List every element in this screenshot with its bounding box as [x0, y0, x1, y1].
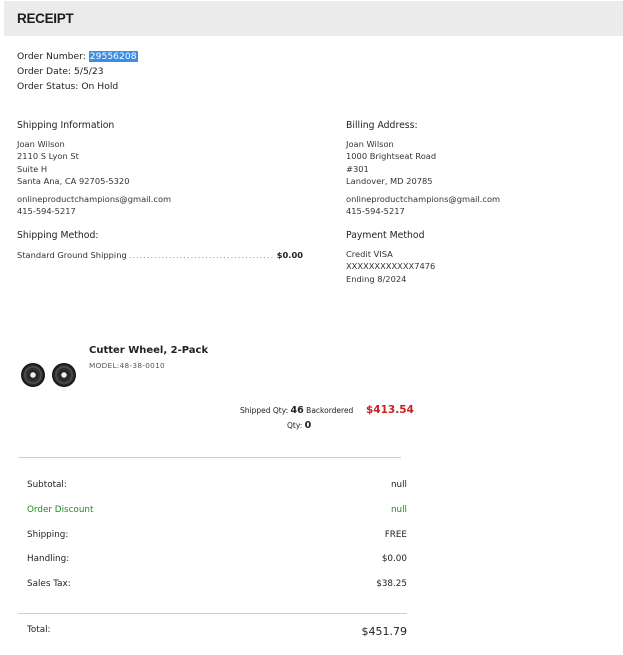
shipping-cost-label: Shipping: [27, 530, 69, 540]
cutter-wheel-icon [52, 363, 76, 387]
payment-card-number: XXXXXXXXXXXX7476 [346, 261, 436, 272]
payment-card-type: Credit VISA [346, 249, 393, 259]
page-title: RECEIPT [17, 11, 74, 26]
shipping-method-title: Shipping Method: [17, 230, 99, 241]
order-number-value[interactable]: 29556208 [88, 51, 138, 62]
shipped-qty-row: Shipped Qty: 46 Backordered [240, 405, 353, 416]
shipping-suite: Suite H [17, 163, 48, 174]
sales-tax-value: $38.25 [376, 579, 407, 589]
backordered-qty-value: 0 [304, 420, 312, 431]
shipping-method-row: Standard Ground Shipping ...............… [17, 250, 303, 260]
backordered-label: Backordered [306, 406, 354, 415]
shipping-name: Joan Wilson [17, 139, 65, 149]
payment-method-title: Payment Method [346, 230, 425, 241]
shipping-method-name: Standard Ground Shipping [17, 250, 127, 260]
handling-value: $0.00 [381, 554, 407, 564]
shipping-info-title: Shipping Information [17, 120, 115, 131]
handling-row: Handling: $0.00 [27, 554, 407, 564]
divider [18, 613, 407, 614]
product-price: $413.54 [366, 404, 414, 416]
product-model: MODEL:48-38-0010 [89, 361, 165, 370]
order-discount-label: Order Discount [27, 505, 94, 515]
shipping-cost-value: FREE [384, 530, 407, 540]
billing-phone: 415-594-5217 [346, 206, 405, 217]
shipped-qty-value: 46 [290, 405, 304, 416]
backordered-qty-label: Qty: [287, 421, 303, 430]
total-value: $451.79 [361, 625, 408, 638]
billing-unit: #301 [346, 163, 369, 174]
shipping-city: Santa Ana, CA 92705-5320 [17, 175, 130, 186]
billing-name: Joan Wilson [346, 139, 394, 149]
billing-street: 1000 Brightseat Road [346, 151, 437, 162]
order-date-value: 5/5/23 [74, 66, 104, 77]
billing-address-title: Billing Address: [346, 120, 418, 131]
payment-method-details: Credit VISA XXXXXXXXXXXX7476 Ending 8/20… [346, 248, 435, 285]
shipping-phone: 415-594-5217 [17, 206, 76, 217]
product-title[interactable]: Cutter Wheel, 2-Pack [89, 345, 208, 356]
billing-email: onlineproductchampions@gmail.com [346, 194, 501, 204]
total-row: Total: $451.79 [27, 625, 408, 638]
shipping-street: 2110 S Lyon St [17, 151, 79, 162]
sales-tax-row: Sales Tax: $38.25 [27, 579, 407, 589]
total-label: Total: [27, 625, 51, 635]
billing-city: Landover, MD 20785 [346, 175, 433, 186]
order-status-value: On Hold [81, 81, 119, 92]
order-discount-value: null [390, 505, 407, 515]
shipped-qty-label: Shipped Qty: [240, 406, 289, 415]
subtotal-label: Subtotal: [27, 480, 67, 490]
shipping-contact: onlineproductchampions@gmail.com 415-594… [17, 193, 171, 218]
shipping-address: Joan Wilson 2110 S Lyon St Suite H Santa… [17, 138, 130, 187]
billing-address: Joan Wilson 1000 Brightseat Road #301 La… [346, 138, 436, 187]
shipping-email: onlineproductchampions@gmail.com [17, 194, 172, 204]
dot-leader: ........................................… [128, 250, 275, 260]
product-image[interactable] [20, 361, 76, 389]
payment-card-expiry: Ending 8/2024 [346, 273, 407, 284]
backordered-qty-row: Qty: 0 [287, 420, 311, 431]
order-status-row: Order Status: On Hold [17, 81, 118, 92]
receipt-header: RECEIPT [4, 1, 623, 36]
shipping-cost-row: Shipping: FREE [27, 530, 407, 540]
billing-contact: onlineproductchampions@gmail.com 415-594… [346, 193, 500, 218]
order-number-label: Order Number: [17, 51, 86, 62]
order-date-row: Order Date: 5/5/23 [17, 66, 104, 77]
order-status-label: Order Status: [17, 81, 79, 92]
divider [18, 457, 401, 458]
subtotal-value: null [390, 480, 407, 490]
order-number-row: Order Number: 29556208 [17, 51, 138, 62]
subtotal-row: Subtotal: null [27, 480, 407, 490]
handling-label: Handling: [27, 554, 70, 564]
shipping-method-price: $0.00 [276, 250, 303, 260]
order-date-label: Order Date: [17, 66, 72, 77]
cutter-wheel-icon [21, 363, 45, 387]
order-discount-row: Order Discount null [27, 505, 407, 515]
sales-tax-label: Sales Tax: [27, 579, 71, 589]
